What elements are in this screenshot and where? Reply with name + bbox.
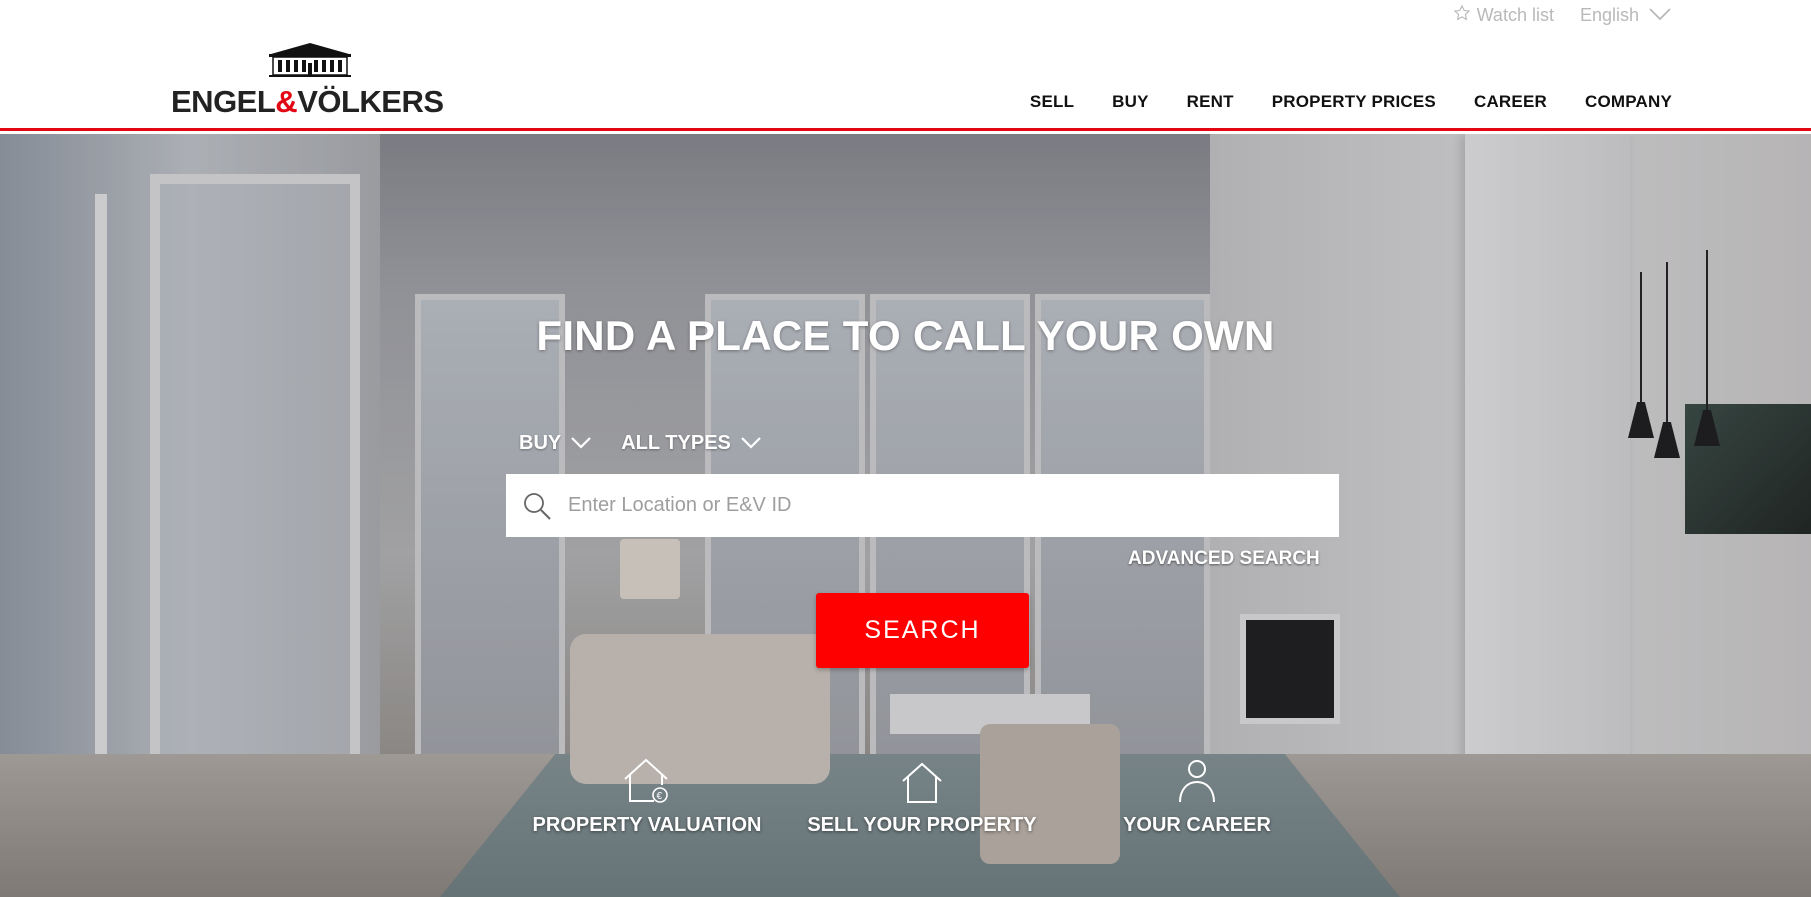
language-label: English	[1579, 5, 1639, 25]
quick-link-your-career[interactable]: YOUR CAREER	[1067, 750, 1327, 837]
watchlist-link[interactable]: Watch list	[1453, 4, 1554, 27]
quick-link-label: YOUR CAREER	[1123, 814, 1271, 836]
chevron-down-icon	[1649, 5, 1671, 26]
person-icon	[1067, 750, 1327, 804]
type-label: ALL TYPES	[621, 432, 731, 454]
search-filters: BUY ALL TYPES	[519, 432, 761, 455]
brand-wordmark: ENGEL&VÖLKERS	[171, 84, 444, 120]
chevron-down-icon	[571, 432, 592, 455]
main-nav: SELL BUY RENT PROPERTY PRICES CAREER COM…	[1030, 92, 1672, 112]
buy-rent-dropdown[interactable]: BUY	[519, 432, 592, 455]
quick-link-property-valuation[interactable]: € PROPERTY VALUATION	[517, 750, 777, 837]
nav-property-prices[interactable]: PROPERTY PRICES	[1272, 92, 1436, 112]
svg-text:€: €	[657, 791, 663, 802]
language-selector[interactable]: English	[1580, 5, 1671, 26]
nav-buy[interactable]: BUY	[1112, 92, 1149, 112]
nav-rent[interactable]: RENT	[1187, 92, 1234, 112]
quick-link-label: SELL YOUR PROPERTY	[807, 814, 1037, 836]
location-search-input[interactable]	[568, 494, 1308, 517]
brand-logo[interactable]: ENGEL&VÖLKERS	[171, 40, 451, 120]
house-euro-icon: €	[517, 750, 777, 804]
hero-section: FIND A PLACE TO CALL YOUR OWN BUY ALL TY…	[0, 134, 1811, 897]
villa-logo-icon	[269, 43, 351, 77]
property-type-dropdown[interactable]: ALL TYPES	[621, 432, 761, 455]
nav-sell[interactable]: SELL	[1030, 92, 1074, 112]
chevron-down-icon	[741, 432, 761, 455]
search-button[interactable]: SEARCH	[816, 593, 1029, 668]
quick-link-label: PROPERTY VALUATION	[532, 814, 762, 836]
advanced-search-link[interactable]: ADVANCED SEARCH	[1128, 548, 1320, 570]
brand-right: VÖLKERS	[297, 84, 444, 119]
brand-ampersand: &	[275, 84, 298, 119]
brand-left: ENGEL	[171, 84, 276, 119]
star-icon	[1453, 4, 1471, 27]
house-icon	[792, 750, 1052, 804]
quick-link-sell-your-property[interactable]: SELL YOUR PROPERTY	[792, 750, 1052, 837]
search-icon	[506, 491, 568, 521]
location-search-box	[506, 474, 1339, 537]
nav-career[interactable]: CAREER	[1474, 92, 1547, 112]
site-header: Watch list English ENGEL&VÖLKERS SELL BU…	[0, 0, 1811, 131]
watchlist-label: Watch list	[1476, 5, 1554, 25]
mode-label: BUY	[519, 432, 562, 454]
top-utility-bar: Watch list English	[1453, 4, 1671, 27]
hero-title: FIND A PLACE TO CALL YOUR OWN	[536, 312, 1275, 359]
nav-company[interactable]: COMPANY	[1585, 92, 1672, 112]
